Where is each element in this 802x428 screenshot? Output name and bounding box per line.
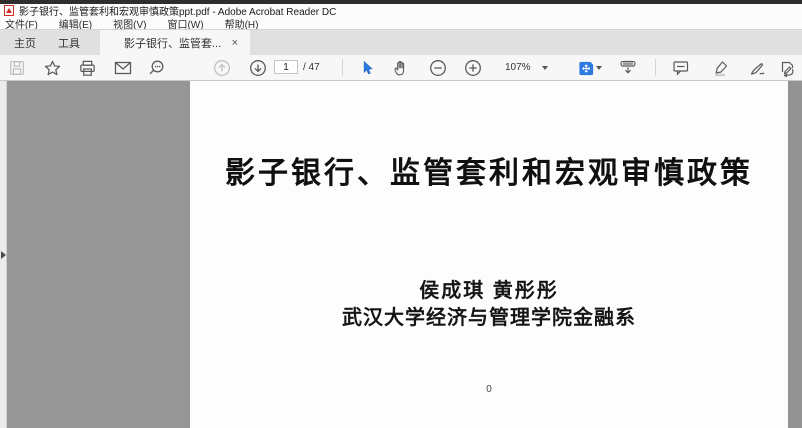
- toolbar: / 47 107%: [0, 55, 802, 81]
- zoom-level-label[interactable]: 107%: [505, 62, 531, 73]
- page-total-label: / 47: [303, 62, 320, 73]
- email-icon[interactable]: [113, 58, 133, 78]
- tab-bar: 主页 工具 影子银行、监管套... ×: [0, 29, 802, 55]
- tab-home[interactable]: 主页: [6, 30, 44, 55]
- tab-document-active[interactable]: 影子银行、监管套... ×: [100, 30, 250, 55]
- comment-icon[interactable]: [671, 58, 691, 78]
- vertical-scrollbar[interactable]: [788, 81, 802, 428]
- previous-page-icon[interactable]: [212, 58, 232, 78]
- toolbar-divider: [342, 59, 343, 76]
- document-viewport: 影子银行、监管套利和宏观审慎政策 侯成琪 黄彤彤 武汉大学经济与管理学院金融系 …: [0, 81, 802, 428]
- pdf-page: 影子银行、监管套利和宏观审慎政策 侯成琪 黄彤彤 武汉大学经济与管理学院金融系 …: [190, 81, 788, 428]
- zoom-chevron-down-icon[interactable]: [542, 66, 548, 70]
- slide-page-number: 0: [190, 384, 788, 395]
- acrobat-reader-window: 影子银行、监管套利和宏观审慎政策ppt.pdf - Adobe Acrobat …: [0, 0, 802, 428]
- page-number-input[interactable]: [274, 60, 298, 74]
- toolbar-divider: [655, 59, 656, 76]
- zoom-in-icon[interactable]: [463, 58, 483, 78]
- page-display-chevron-down-icon[interactable]: [596, 66, 602, 70]
- expand-nav-pane-icon[interactable]: [1, 251, 6, 259]
- share-icon[interactable]: [777, 58, 797, 78]
- zoom-out-icon[interactable]: [428, 58, 448, 78]
- highlight-icon[interactable]: [711, 58, 731, 78]
- navigation-pane-strip[interactable]: [0, 81, 7, 428]
- tab-document-label: 影子银行、监管套...: [124, 35, 221, 51]
- slide-title: 影子银行、监管套利和宏观审慎政策: [190, 148, 788, 192]
- fill-sign-icon[interactable]: [748, 58, 768, 78]
- acrobat-app-icon: [4, 5, 14, 16]
- favorite-star-icon[interactable]: [42, 58, 62, 78]
- hand-tool-icon[interactable]: [391, 58, 411, 78]
- search-zoom-icon[interactable]: [147, 58, 167, 78]
- acrobat-logo-triangle: [6, 8, 12, 13]
- print-icon[interactable]: [77, 58, 97, 78]
- page-display-mode-icon[interactable]: [576, 58, 596, 78]
- menubar: 文件(F) 编辑(E) 视图(V) 窗口(W) 帮助(H): [0, 17, 802, 29]
- tab-tools[interactable]: 工具: [50, 30, 88, 55]
- close-tab-icon[interactable]: ×: [230, 37, 240, 49]
- select-tool-icon[interactable]: [356, 58, 376, 78]
- slide-affiliation: 武汉大学经济与管理学院金融系: [190, 301, 788, 330]
- toolbar-pane-icon[interactable]: [618, 58, 638, 78]
- save-icon[interactable]: [7, 58, 27, 78]
- slide-authors: 侯成琪 黄彤彤: [190, 274, 788, 303]
- next-page-icon[interactable]: [248, 58, 268, 78]
